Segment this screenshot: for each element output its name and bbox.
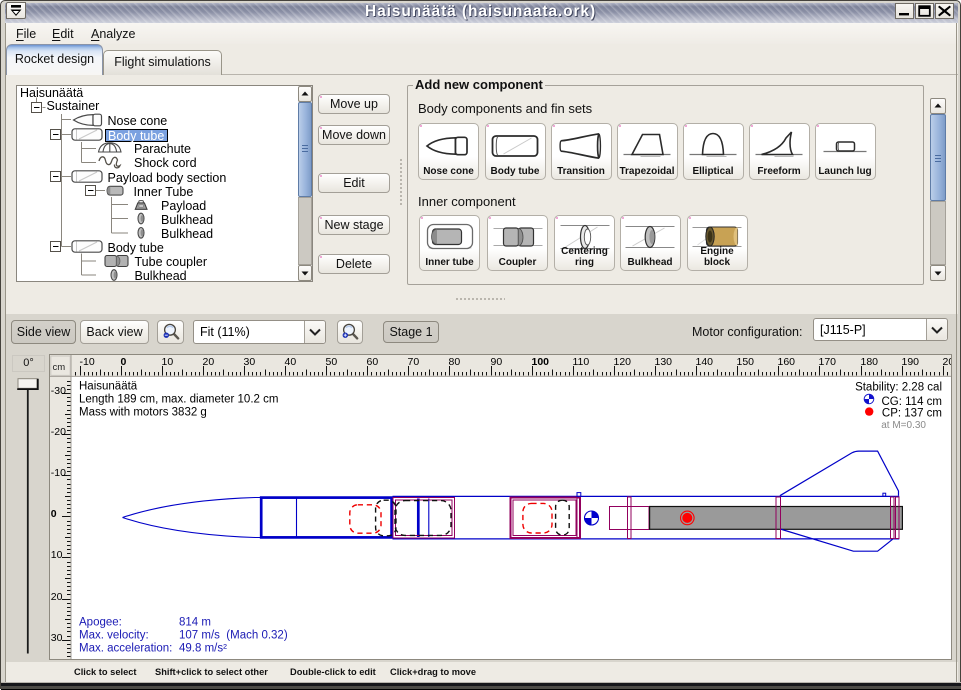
svg-text:Length 189 cm, max. diameter 1: Length 189 cm, max. diameter 10.2 cm bbox=[79, 394, 278, 406]
svg-text:Mass with motors 3832 g: Mass with motors 3832 g bbox=[79, 407, 207, 419]
svg-text:0: 0 bbox=[51, 508, 57, 520]
svg-text:-10: -10 bbox=[51, 467, 66, 479]
svg-text:30: 30 bbox=[51, 632, 63, 644]
svg-text:30: 30 bbox=[244, 356, 256, 368]
svg-text:CP: 137 cm: CP: 137 cm bbox=[882, 408, 942, 420]
svg-text:Max. acceleration:: Max. acceleration: bbox=[79, 643, 172, 655]
svg-text:40: 40 bbox=[285, 356, 297, 368]
svg-text:130: 130 bbox=[655, 356, 673, 368]
svg-text:70: 70 bbox=[408, 356, 420, 368]
svg-text:140: 140 bbox=[696, 356, 714, 368]
svg-text:cm: cm bbox=[53, 362, 66, 373]
svg-text:100: 100 bbox=[532, 356, 550, 368]
svg-text:Max. velocity:: Max. velocity: bbox=[79, 630, 149, 642]
svg-text:CG: 114 cm: CG: 114 cm bbox=[882, 396, 943, 408]
svg-text:120: 120 bbox=[614, 356, 632, 368]
svg-text:190: 190 bbox=[902, 356, 920, 368]
svg-text:107 m/s (Mach 0.32): 107 m/s (Mach 0.32) bbox=[179, 630, 288, 642]
svg-text:0: 0 bbox=[121, 356, 127, 368]
svg-text:20: 20 bbox=[203, 356, 215, 368]
svg-text:49.8 m/s²: 49.8 m/s² bbox=[179, 643, 227, 655]
svg-text:at M=0.30: at M=0.30 bbox=[881, 420, 926, 431]
svg-text:-10: -10 bbox=[80, 356, 95, 368]
svg-text:80: 80 bbox=[449, 356, 461, 368]
svg-text:20: 20 bbox=[51, 591, 63, 603]
svg-text:160: 160 bbox=[778, 356, 796, 368]
svg-text:50: 50 bbox=[326, 356, 338, 368]
svg-text:10: 10 bbox=[51, 549, 63, 561]
svg-text:180: 180 bbox=[861, 356, 879, 368]
svg-text:200: 200 bbox=[943, 356, 952, 368]
svg-text:110: 110 bbox=[573, 356, 590, 368]
svg-text:Stability: 2.28 cal: Stability: 2.28 cal bbox=[855, 382, 942, 394]
svg-text:Haisunäätä: Haisunäätä bbox=[79, 381, 138, 393]
svg-text:60: 60 bbox=[367, 356, 379, 368]
svg-text:-30: -30 bbox=[51, 385, 66, 397]
svg-text:-20: -20 bbox=[51, 426, 66, 438]
svg-text:10: 10 bbox=[162, 356, 174, 368]
svg-text:170: 170 bbox=[819, 356, 837, 368]
svg-text:Apogee:: Apogee: bbox=[79, 617, 122, 629]
svg-text:150: 150 bbox=[737, 356, 755, 368]
svg-text:814 m: 814 m bbox=[179, 617, 211, 629]
svg-text:90: 90 bbox=[491, 356, 503, 368]
